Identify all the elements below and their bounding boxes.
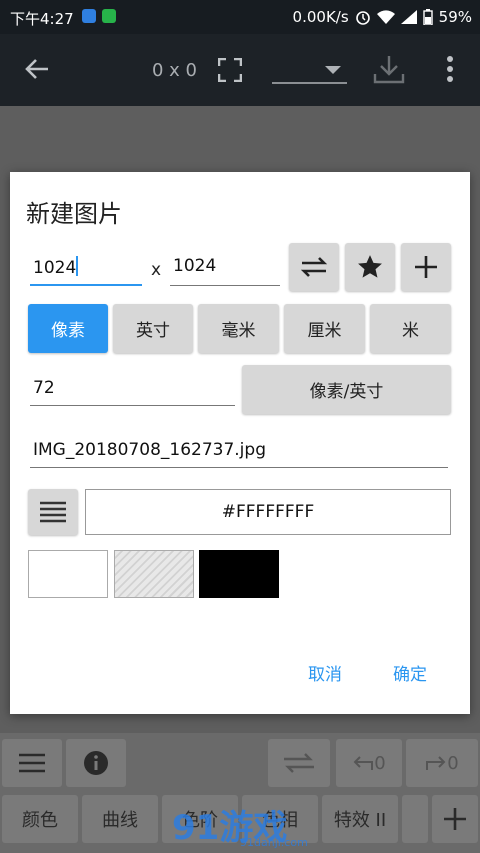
swatch-black[interactable]: [199, 550, 279, 598]
swatch-white[interactable]: [28, 550, 108, 598]
wifi-icon: [376, 10, 395, 24]
redo-icon: [426, 756, 446, 770]
swap-arrows-icon: [300, 257, 328, 277]
app-notification-icon: [82, 9, 96, 23]
add-tool-button[interactable]: [432, 795, 478, 843]
tool-effects-button[interactable]: 特效 II: [322, 795, 398, 843]
status-time: 下午4:27: [10, 10, 74, 28]
new-image-dialog: 新建图片 1024 x 1024 像素 英寸 毫米 厘米 米 72 像素/英寸 …: [10, 172, 470, 714]
plus-icon: [415, 256, 437, 278]
cancel-button[interactable]: 取消: [308, 660, 342, 685]
swap-button[interactable]: [268, 739, 330, 787]
menu-button[interactable]: [2, 739, 62, 787]
dimension-separator: x: [151, 260, 162, 280]
favorite-sizes-button[interactable]: [345, 243, 395, 291]
more-options-icon[interactable]: [446, 56, 454, 82]
height-input[interactable]: 1024: [170, 256, 280, 286]
unit-meter-button[interactable]: 米: [370, 304, 451, 353]
text-caret: [76, 256, 79, 276]
confirm-button[interactable]: 确定: [393, 660, 427, 685]
resolution-unit-button[interactable]: 像素/英寸: [242, 365, 451, 414]
alarm-icon: [355, 11, 370, 25]
tool-more-button[interactable]: [402, 795, 428, 843]
swap-arrows-icon: [284, 753, 314, 773]
add-preset-button[interactable]: [401, 243, 451, 291]
undo-icon: [353, 756, 374, 770]
status-bar: 下午4:27 0.00K/s 59%: [0, 0, 480, 34]
list-icon: [40, 501, 66, 523]
chevron-down-icon: [325, 66, 341, 74]
fit-screen-icon[interactable]: [218, 58, 242, 82]
resolution-input[interactable]: 72: [30, 378, 235, 406]
download-icon[interactable]: [372, 54, 406, 84]
width-value: 1024: [33, 258, 77, 278]
menu-icon: [19, 753, 45, 773]
watermark-url: 91danji.com: [240, 836, 308, 849]
unit-inch-button[interactable]: 英寸: [113, 304, 193, 353]
top-toolbar: 0 x 0: [0, 34, 480, 106]
unit-centimeter-button[interactable]: 厘米: [284, 304, 365, 353]
star-icon: [358, 255, 382, 278]
unit-millimeter-button[interactable]: 毫米: [198, 304, 279, 353]
image-size-label: 0 x 0: [152, 60, 197, 81]
dialog-title: 新建图片: [26, 200, 122, 228]
tool-color-button[interactable]: 颜色: [2, 795, 78, 843]
tool-curves-button[interactable]: 曲线: [82, 795, 158, 843]
battery-icon: [422, 9, 433, 25]
redo-count: 0: [447, 752, 459, 774]
swap-dimensions-button[interactable]: [289, 243, 339, 291]
color-options-button[interactable]: [28, 489, 78, 535]
redo-button[interactable]: 0: [406, 739, 478, 787]
signal-icon: [400, 10, 417, 24]
background-color-field[interactable]: #FFFFFFFF: [85, 489, 451, 535]
network-speed: 0.00K/s: [292, 8, 349, 26]
zoom-dropdown[interactable]: [272, 56, 347, 84]
swatch-transparent[interactable]: [114, 550, 194, 598]
width-input[interactable]: 1024: [30, 256, 142, 286]
app-notification-icon: [102, 9, 116, 23]
undo-count: 0: [374, 752, 386, 774]
undo-button[interactable]: 0: [336, 739, 402, 787]
plus-icon: [444, 808, 466, 830]
back-arrow-icon[interactable]: [24, 56, 50, 82]
unit-pixel-button[interactable]: 像素: [28, 304, 108, 353]
info-button[interactable]: [66, 739, 126, 787]
info-icon: [84, 751, 108, 775]
filename-input[interactable]: IMG_20180708_162737.jpg: [30, 440, 448, 468]
battery-level: 59%: [438, 8, 472, 26]
